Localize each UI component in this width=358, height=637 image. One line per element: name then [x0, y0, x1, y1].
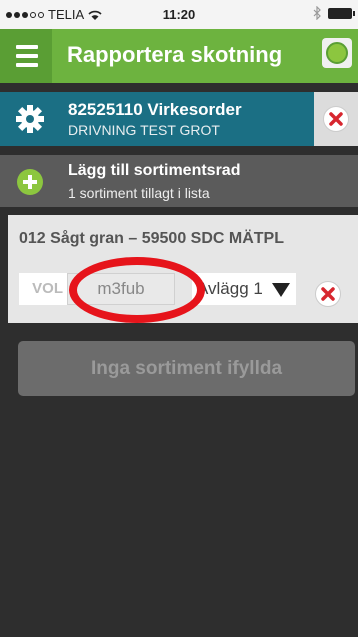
dropdown-arrow-icon	[272, 283, 290, 297]
volume-label: VOL	[19, 273, 67, 305]
add-sortiment-title: Lägg till sortimentsrad	[68, 162, 241, 179]
close-icon	[321, 287, 335, 301]
remove-order-button[interactable]	[323, 106, 349, 132]
order-subtitle: DRIVNING TEST GROT	[68, 122, 220, 138]
status-dot-icon	[326, 42, 348, 64]
menu-button[interactable]	[0, 29, 52, 83]
status-time: 11:20	[162, 7, 196, 22]
app-header: Rapportera skotning	[0, 29, 358, 83]
close-icon	[329, 112, 343, 126]
order-title: 82525110 Virkesorder	[68, 100, 242, 119]
no-sortiment-button[interactable]: Inga sortiment ifyllda	[18, 341, 355, 396]
battery-icon	[328, 7, 355, 19]
pile-select-value: Avlägg 1	[197, 279, 263, 298]
remove-sortiment-button[interactable]	[315, 281, 341, 307]
gear-icon[interactable]	[14, 103, 46, 135]
unit-input[interactable]: m3fub	[67, 273, 175, 305]
order-row[interactable]: 82525110 Virkesorder DRIVNING TEST GROT	[0, 92, 358, 146]
plus-icon[interactable]	[17, 169, 43, 195]
bluetooth-icon	[313, 6, 321, 20]
page-title: Rapportera skotning	[67, 42, 283, 67]
add-sortiment-subtitle: 1 sortiment tillagt i lista	[68, 185, 210, 201]
pile-select[interactable]: Avlägg 1	[192, 273, 296, 305]
status-bar: TELIA 11:20	[0, 0, 358, 29]
sortiment-item-title: 012 Sågt gran – 59500 SDC MÄTPL	[19, 230, 284, 247]
add-sortiment-row[interactable]: Lägg till sortimentsrad 1 sortiment till…	[0, 155, 358, 207]
connection-status-indicator[interactable]	[322, 38, 352, 68]
order-close-area	[314, 92, 358, 146]
sortiment-item-card: 012 Sågt gran – 59500 SDC MÄTPL VOL m3fu…	[8, 215, 358, 323]
